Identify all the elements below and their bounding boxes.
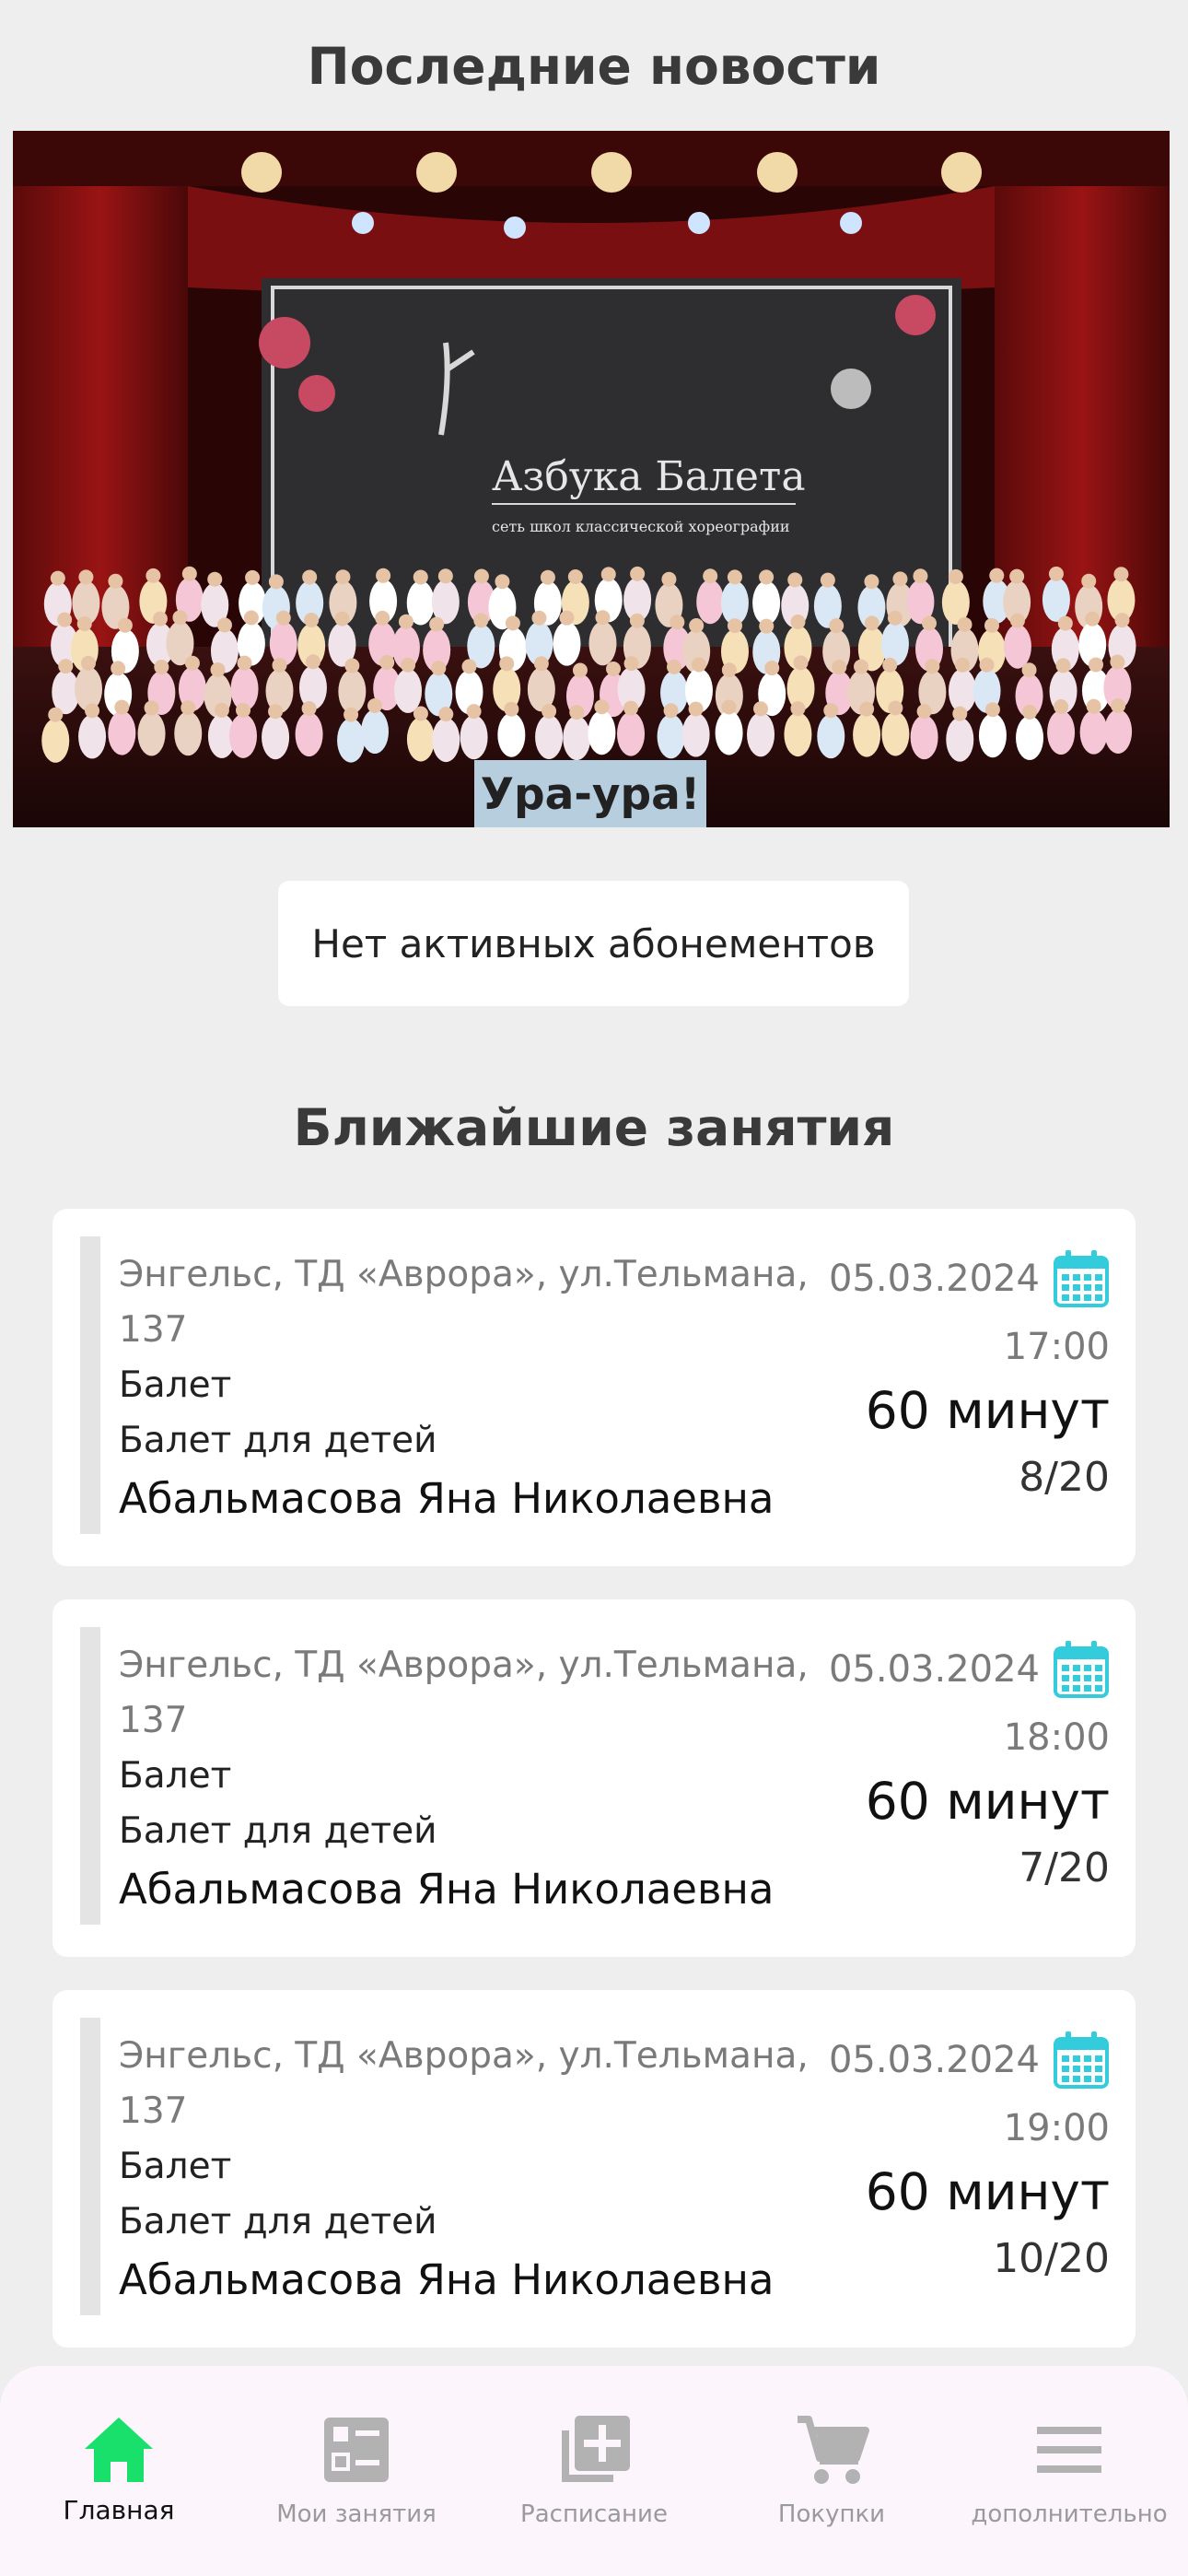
lesson-group: Балет для детей [119,2201,437,2242]
nav-label-my-lessons: Мои занятия [276,2500,437,2528]
lesson-address-line1: Энгельс, ТД «Аврора», ул.Тельмана, [119,2035,809,2077]
cart-icon [798,2416,869,2484]
news-title: Последние новости [307,37,881,96]
add-library-icon [562,2416,630,2482]
lesson-card-accent-bar [80,1236,100,1534]
calendar-icon[interactable] [1053,1248,1110,1309]
banner-sign-subtitle: сеть школ классической хореографии [492,518,790,535]
lesson-discipline: Балет [119,1364,232,1406]
lesson-address-line2: 137 [119,2090,188,2132]
nav-label-purchases: Покупки [777,2500,886,2528]
banner-sign-title: Азбука Балета [492,453,806,500]
lesson-date: 05.03.2024 [828,1258,1040,1300]
lesson-teacher: Абальмасова Яна Николаевна [119,1865,775,1914]
nav-item-home[interactable]: Главная [0,2366,238,2576]
lesson-card-accent-bar [80,1627,100,1925]
lesson-date: 05.03.2024 [828,1648,1040,1691]
lesson-duration: 60 минут [865,1772,1110,1831]
lesson-card-accent-bar [80,2018,100,2315]
lesson-duration: 60 минут [865,1381,1110,1440]
home-icon [85,2418,153,2482]
lesson-address-line2: 137 [119,1309,188,1351]
nav-item-schedule[interactable]: Расписание [475,2366,713,2576]
no-subscriptions-message: Нет активных абонементов [278,881,909,1006]
lesson-address-line1: Энгельс, ТД «Аврора», ул.Тельмана, [119,1645,809,1686]
stage-photo: Азбука Балета сеть школ классической хор… [13,131,1170,827]
lesson-time: 19:00 [1003,2107,1110,2149]
lesson-group: Балет для детей [119,1420,437,1461]
news-caption: Ура-ура! [474,760,706,827]
nav-label-more: дополнительно [971,2500,1168,2528]
lesson-teacher: Абальмасова Яна Николаевна [119,2255,775,2304]
lesson-group: Балет для детей [119,1810,437,1852]
lesson-address-line1: Энгельс, ТД «Аврора», ул.Тельмана, [119,1254,809,1295]
lesson-spots: 10/20 [993,2235,1110,2282]
lesson-card[interactable]: Энгельс, ТД «Аврора», ул.Тельмана, 137 Б… [52,1599,1136,1957]
nav-label-schedule: Расписание [520,2500,668,2528]
lesson-time: 17:00 [1003,1326,1110,1368]
bottom-navigation: Главная Мои занятия Расписание Покупки д… [0,2366,1188,2576]
calendar-icon[interactable] [1053,1639,1110,1700]
lesson-duration: 60 минут [865,2162,1110,2221]
lesson-date: 05.03.2024 [828,2039,1040,2081]
nav-label-home: Главная [63,2495,175,2525]
nav-item-more[interactable]: дополнительно [950,2366,1188,2576]
lesson-spots: 7/20 [1019,1844,1110,1891]
lesson-time: 18:00 [1003,1716,1110,1759]
lessons-title: Ближайшие занятия [293,1098,895,1157]
news-banner-image[interactable]: Азбука Балета сеть школ классической хор… [13,131,1170,827]
nav-item-my-lessons[interactable]: Мои занятия [238,2366,475,2576]
nav-item-purchases[interactable]: Покупки [713,2366,950,2576]
lesson-card[interactable]: Энгельс, ТД «Аврора», ул.Тельмана, 137 Б… [52,1990,1136,2348]
checklist-icon [324,2418,389,2482]
calendar-icon[interactable] [1053,2030,1110,2090]
menu-icon [1037,2427,1101,2473]
lesson-discipline: Балет [119,2146,232,2187]
lesson-teacher: Абальмасова Яна Николаевна [119,1474,775,1523]
lesson-card[interactable]: Энгельс, ТД «Аврора», ул.Тельмана, 137 Б… [52,1209,1136,1566]
lesson-discipline: Балет [119,1755,232,1797]
lesson-address-line2: 137 [119,1700,188,1741]
lesson-spots: 8/20 [1019,1454,1110,1501]
